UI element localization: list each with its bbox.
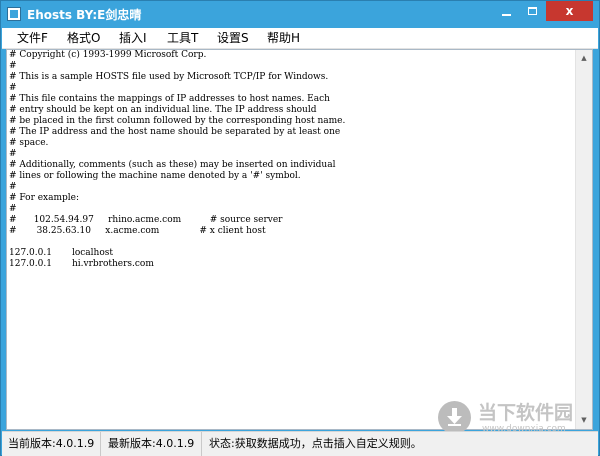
hosts-editor[interactable]: # Copyright (c) 1993-1999 Microsoft Corp…	[6, 49, 593, 430]
maximize-button[interactable]	[520, 1, 546, 21]
menu-file[interactable]: 文件F	[17, 28, 48, 48]
menu-bar: 文件F 格式O 插入I 工具T 设置S 帮助H	[2, 28, 598, 49]
status-latest-version: 最新版本:4.0.1.9	[102, 432, 202, 456]
vertical-scrollbar[interactable]: ▲ ▼	[575, 50, 592, 429]
menu-settings[interactable]: 设置S	[217, 28, 249, 48]
menu-help[interactable]: 帮助H	[267, 28, 300, 48]
title-bar[interactable]: Ehosts BY:E剑忠晴 x	[1, 1, 599, 28]
app-window: Ehosts BY:E剑忠晴 x 文件F 格式O 插入I 工具T 设置S 帮助H…	[0, 0, 600, 456]
status-current-version: 当前版本:4.0.1.9	[2, 432, 101, 456]
app-icon[interactable]	[7, 7, 21, 21]
menu-insert[interactable]: 插入I	[119, 28, 147, 48]
hosts-text-area[interactable]: # Copyright (c) 1993-1999 Microsoft Corp…	[9, 50, 574, 428]
minimize-button[interactable]	[493, 1, 520, 21]
close-button[interactable]: x	[546, 1, 593, 21]
status-message: 状态:获取数据成功，点击插入自定义规则。	[209, 437, 422, 450]
close-icon: x	[565, 4, 574, 18]
download-logo-icon	[438, 401, 471, 434]
scroll-up-icon[interactable]: ▲	[576, 50, 592, 67]
maximize-icon	[528, 7, 537, 15]
watermark-text: 当下软件园	[478, 402, 574, 424]
menu-tools[interactable]: 工具T	[167, 28, 198, 48]
minimize-icon	[502, 14, 511, 16]
watermark: 当下软件园 www.downxia.com	[438, 401, 588, 435]
status-bar: 当前版本:4.0.1.9 最新版本:4.0.1.9 状态:获取数据成功，点击插入…	[2, 431, 598, 456]
window-title: Ehosts BY:E剑忠晴	[27, 8, 142, 22]
download-arrow-icon	[447, 408, 462, 426]
menu-format[interactable]: 格式O	[67, 28, 100, 48]
